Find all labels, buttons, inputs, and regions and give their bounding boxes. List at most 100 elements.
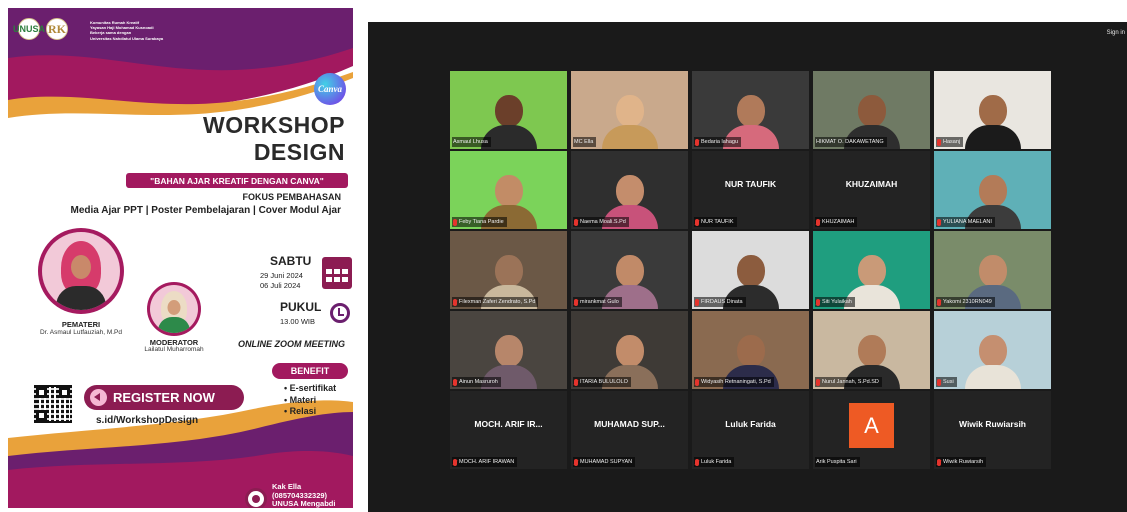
participant-tile[interactable]: YULIANA MAELANI	[934, 151, 1051, 229]
day-label: SABTU	[270, 254, 312, 268]
sign-in-link[interactable]: Sign in	[1107, 30, 1125, 36]
participant-name-label: Luluk Farida	[694, 457, 735, 467]
participant-tile[interactable]: Siti Yulaikah	[813, 231, 930, 309]
pemateri-name: Dr. Asmaul Lutfauziah, M.Pd	[39, 329, 122, 336]
composite-image: UNUSA RK Komunitas Rumah Kreatif Yayasan…	[0, 0, 1127, 512]
participant-tile[interactable]: MOCH. ARIF IR... MOCH. ARIF IRAWAN	[450, 391, 567, 469]
participant-name-label: ITARIA BULULOLO	[573, 377, 631, 387]
moderator-photo	[147, 282, 201, 336]
canva-logo: Canva	[314, 73, 346, 105]
participant-name-label: Siti Yulaikah	[815, 297, 855, 307]
participant-name-label: MUHAMAD SUPYAN	[573, 457, 636, 467]
clock-icon	[330, 303, 350, 323]
qr-corner	[36, 387, 47, 398]
participant-video-person	[964, 335, 1021, 389]
participant-name-label: NUR TAUFIK	[694, 217, 737, 227]
participant-name-label: KHUZAIMAH	[815, 217, 858, 227]
organizer-text: Komunitas Rumah Kreatif Yayasan Haji Moh…	[90, 20, 164, 41]
participant-tile[interactable]: FIRDAUS Dinata	[692, 231, 809, 309]
mic-muted-icon	[695, 378, 699, 386]
participant-name: ITARIA BULULOLO	[580, 379, 628, 385]
participant-name: Widyasih Retnaningati, S.Pd	[701, 379, 771, 385]
participant-tile[interactable]: Nurul Jannah, S.Pd.SD	[813, 311, 930, 389]
zoom-gallery-view: Sign in Asmaul Lhusa MC Ella Bedaria lahag…	[368, 22, 1127, 512]
participant-tile[interactable]: Ainun Masruroh	[450, 311, 567, 389]
participant-tile[interactable]: Asmaul Lhusa	[450, 71, 567, 149]
participant-tile[interactable]: HIKMAT O. DAKAWETANG	[813, 71, 930, 149]
participant-name-label: mirankmat Gulo	[573, 297, 622, 307]
unusa-logo: UNUSA	[13, 18, 45, 40]
participant-video-person	[964, 95, 1021, 149]
participant-tile[interactable]: Hasanj	[934, 71, 1051, 149]
participant-name: Nurul Jannah, S.Pd.SD	[822, 379, 879, 385]
qr-corner	[59, 387, 70, 398]
workshop-poster: UNUSA RK Komunitas Rumah Kreatif Yayasan…	[8, 8, 353, 508]
register-link[interactable]: s.id/WorkshopDesign	[96, 415, 198, 426]
mic-muted-icon	[574, 378, 578, 386]
participant-tile[interactable]: A Arik Puspita Sari	[813, 391, 930, 469]
participant-name: Luluk Farida	[701, 459, 732, 465]
mic-muted-icon	[937, 138, 941, 146]
fokus-label: FOKUS PEMBAHASAN	[242, 192, 341, 202]
mic-muted-icon	[453, 218, 457, 226]
participant-name: YULIANA MAELANI	[943, 219, 992, 225]
participant-grid: Asmaul Lhusa MC Ella Bedaria lahagu HIKMAT …	[450, 71, 1051, 469]
participant-name: KHUZAIMAH	[822, 219, 855, 225]
participant-name-label: Naema Moali.S.Pd	[573, 217, 629, 227]
participant-tile[interactable]: KHUZAIMAH KHUZAIMAH	[813, 151, 930, 229]
benefit-label: BENEFIT	[272, 363, 348, 379]
participant-name: Filexman Zaferi Zendrato, S.Pd	[459, 299, 536, 305]
participant-name-label: YULIANA MAELANI	[936, 217, 995, 227]
participant-name-label: Nurul Jannah, S.Pd.SD	[815, 377, 882, 387]
mic-muted-icon	[695, 298, 699, 306]
participant-tile[interactable]: MUHAMAD SUP... MUHAMAD SUPYAN	[571, 391, 688, 469]
moderator-name: Lailatul Muharromah	[144, 346, 204, 353]
register-button[interactable]: REGISTER NOW	[84, 385, 244, 410]
poster-title: WORKSHOP DESIGN	[203, 112, 345, 165]
participant-name: Asmaul Lhusa	[453, 139, 488, 145]
participant-tile[interactable]: Filexman Zaferi Zendrato, S.Pd	[450, 231, 567, 309]
participant-display-name: MUHAMAD SUP...	[594, 419, 665, 429]
participant-name-label: HIKMAT O. DAKAWETANG	[815, 137, 887, 147]
participant-name-label: Filexman Zaferi Zendrato, S.Pd	[452, 297, 539, 307]
whatsapp-icon	[245, 488, 267, 508]
mic-muted-icon	[695, 218, 699, 226]
benefit-item: • Materi	[284, 394, 317, 405]
participant-name-label: Bedaria lahagu	[694, 137, 742, 147]
participant-tile[interactable]: MC Ella	[571, 71, 688, 149]
mic-muted-icon	[937, 378, 941, 386]
participant-name: Feby Tiana Pardie	[459, 219, 504, 225]
participant-tile[interactable]: NUR TAUFIK NUR TAUFIK	[692, 151, 809, 229]
mic-muted-icon	[937, 218, 941, 226]
participant-tile[interactable]: Susi	[934, 311, 1051, 389]
mic-muted-icon	[816, 298, 820, 306]
poster-subtitle: "BAHAN AJAR KREATIF DENGAN CANVA"	[126, 173, 348, 188]
participant-name: Arik Puspita Sari	[816, 459, 857, 465]
participant-tile[interactable]: mirankmat Gulo	[571, 231, 688, 309]
participant-tile[interactable]: ITARIA BULULOLO	[571, 311, 688, 389]
participant-tile[interactable]: Bedaria lahagu	[692, 71, 809, 149]
participant-name-label: Hasanj	[936, 137, 964, 147]
participant-name-label: Wiwik Ruwiarsih	[936, 457, 987, 467]
participant-tile[interactable]: Widyasih Retnaningati, S.Pd	[692, 311, 809, 389]
meeting-label: ONLINE ZOOM MEETING	[238, 339, 345, 349]
pemateri-role: PEMATERI	[61, 320, 101, 329]
calendar-icon	[322, 257, 352, 289]
participant-name: Bedaria lahagu	[701, 139, 739, 145]
pemateri-photo	[38, 228, 124, 314]
participant-name: Naema Moali.S.Pd	[580, 219, 626, 225]
rumah-kreatif-logo: RK	[46, 18, 68, 40]
participant-name-label: Yakomi 2310RN049	[936, 297, 995, 307]
mic-muted-icon	[816, 378, 820, 386]
participant-tile[interactable]: Yakomi 2310RN049	[934, 231, 1051, 309]
participant-name: Susi	[943, 379, 954, 385]
mic-muted-icon	[816, 218, 820, 226]
mic-muted-icon	[453, 458, 457, 466]
participant-tile[interactable]: Luluk Farida Luluk Farida	[692, 391, 809, 469]
participant-tile[interactable]: Naema Moali.S.Pd	[571, 151, 688, 229]
participant-display-name: KHUZAIMAH	[845, 179, 898, 189]
participant-name: Ainun Masruroh	[459, 379, 498, 385]
participant-tile[interactable]: Wiwik Ruwiarsih Wiwik Ruwiarsih	[934, 391, 1051, 469]
mic-muted-icon	[574, 458, 578, 466]
participant-tile[interactable]: Feby Tiana Pardie	[450, 151, 567, 229]
